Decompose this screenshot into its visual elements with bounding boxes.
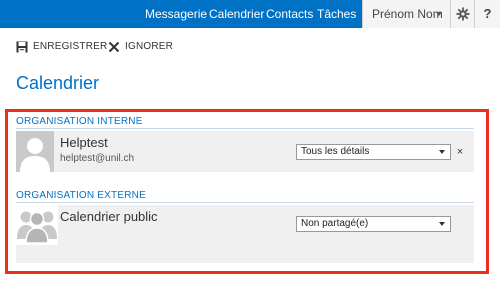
- nav-item-messagerie[interactable]: Messagerie: [145, 0, 207, 28]
- user-menu[interactable]: Prénom Nom: [362, 0, 450, 28]
- avatar: [16, 131, 54, 172]
- settings-button[interactable]: [450, 0, 474, 28]
- avatar-group: [16, 205, 58, 245]
- save-label: ENREGISTRER: [33, 41, 108, 52]
- permission-value: Non partagé(e): [301, 218, 369, 229]
- page-title: Calendrier: [16, 73, 100, 93]
- chevron-down-icon: [436, 12, 442, 16]
- contact-name: Helptest: [60, 135, 108, 150]
- people-group-icon: [17, 211, 57, 244]
- section-divider: [16, 128, 474, 129]
- permission-value: Tous les détails: [301, 146, 370, 157]
- floppy-disk-icon: [16, 41, 28, 53]
- chevron-down-icon: [439, 222, 445, 226]
- nav-item-taches[interactable]: Tâches: [317, 0, 356, 28]
- help-button[interactable]: ?: [474, 0, 500, 28]
- discard-button[interactable]: IGNORER: [108, 40, 173, 56]
- nav-item-calendrier[interactable]: Calendrier: [209, 0, 264, 28]
- section-header-external: ORGANISATION EXTERNE: [16, 190, 146, 201]
- share-row-external: Calendrier public Non partagé(e): [16, 205, 474, 263]
- section-divider: [16, 202, 474, 203]
- gear-icon: [455, 7, 470, 21]
- close-icon: ×: [456, 146, 464, 158]
- calendar-name: Calendrier public: [60, 209, 158, 224]
- nav-item-contacts[interactable]: Contacts: [266, 0, 313, 28]
- x-icon: [108, 41, 120, 53]
- discard-label: IGNORER: [125, 41, 174, 52]
- user-name: Prénom Nom: [372, 7, 443, 21]
- section-header-internal: ORGANISATION INTERNE: [16, 116, 143, 127]
- person-icon: [20, 138, 50, 172]
- contact-email: helptest@unil.ch: [60, 153, 135, 164]
- save-button[interactable]: ENREGISTRER: [16, 40, 107, 56]
- remove-share-button[interactable]: ×: [455, 146, 465, 158]
- permission-select[interactable]: Tous les détails: [296, 144, 451, 160]
- permission-select[interactable]: Non partagé(e): [296, 216, 451, 232]
- chevron-down-icon: [439, 150, 445, 154]
- share-row-internal: Helptest helptest@unil.ch Tous les détai…: [16, 131, 474, 172]
- top-nav-bar: Messagerie Calendrier Contacts Tâches Pr…: [0, 0, 500, 28]
- question-icon: ?: [483, 6, 492, 21]
